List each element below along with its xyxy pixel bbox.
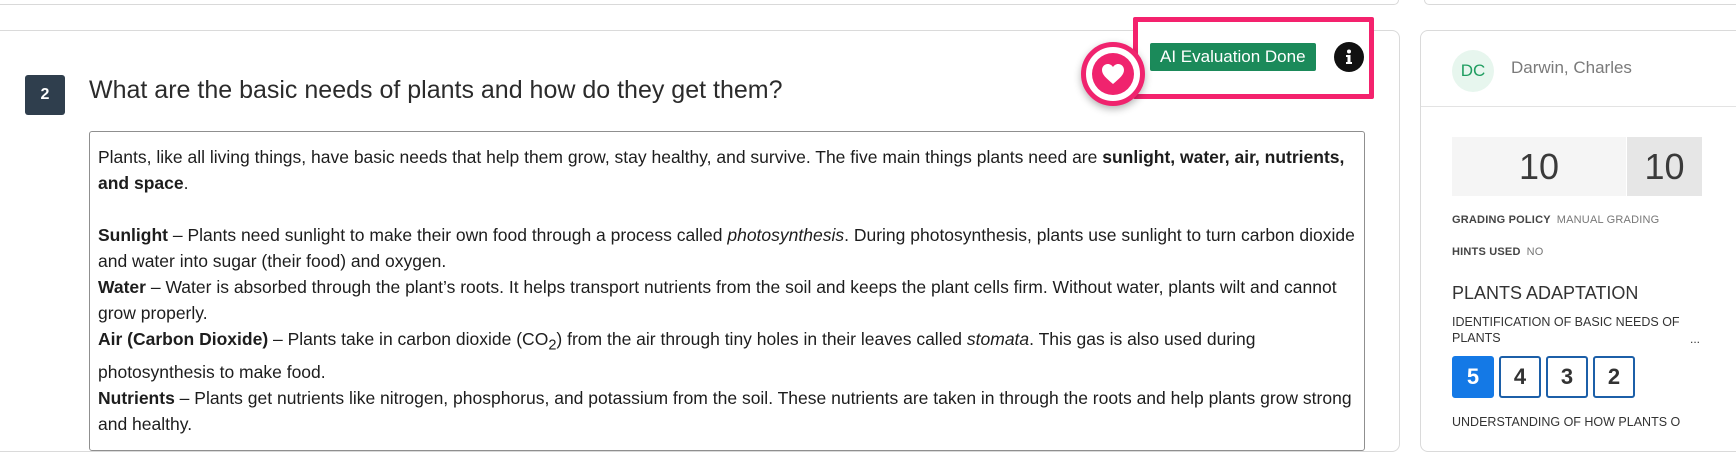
previous-card-edge: [0, 0, 1399, 5]
rubric-section-title: PLANTS ADAPTATION: [1452, 283, 1639, 303]
rubric-criterion-title: IDENTIFICATION OF BASIC NEEDS OF PLANTS: [1452, 315, 1680, 345]
answer-text-box: Plants, like all living things, have bas…: [89, 131, 1365, 451]
avatar: DC: [1452, 50, 1494, 92]
question-number: 2: [25, 75, 65, 115]
previous-side-card-edge: [1424, 0, 1736, 5]
score-total: 10: [1627, 137, 1702, 196]
info-icon[interactable]: [1334, 42, 1364, 72]
question-title: What are the basic needs of plants and h…: [89, 76, 783, 104]
student-name: Darwin, Charles: [1511, 58, 1632, 77]
rating-options: 5 4 3 2: [1452, 356, 1635, 398]
answer-water: Water – Water is absorbed through the pl…: [98, 277, 1337, 323]
answer-nutrients: Nutrients – Plants get nutrients like ni…: [98, 387, 1352, 434]
rubric-criterion-title-2: UNDERSTANDING OF HOW PLANTS O: [1452, 415, 1681, 429]
rating-option-3[interactable]: 3: [1546, 356, 1588, 398]
grading-policy: GRADING POLICY MANUAL GRADING: [1452, 214, 1660, 226]
rating-option-5[interactable]: 5: [1452, 356, 1494, 398]
rating-option-2[interactable]: 2: [1593, 356, 1635, 398]
criterion-more-indicator[interactable]: ...: [1690, 332, 1700, 346]
answer-sunlight: Sunlight – Plants need sunlight to make …: [98, 225, 1355, 271]
ai-evaluation-badge[interactable]: AI Evaluation Done: [1150, 43, 1316, 71]
score-earned[interactable]: 10: [1452, 137, 1626, 196]
rating-option-4[interactable]: 4: [1499, 356, 1541, 398]
favorite-button[interactable]: [1081, 42, 1145, 106]
answer-air: Air (Carbon Dioxide) – Plants take in ca…: [98, 329, 1256, 382]
answer-intro: Plants, like all living things, have bas…: [98, 147, 1345, 193]
panel-divider: [1421, 106, 1736, 107]
hints-used: HINTS USED NO: [1452, 246, 1544, 258]
heart-icon: [1092, 53, 1134, 95]
